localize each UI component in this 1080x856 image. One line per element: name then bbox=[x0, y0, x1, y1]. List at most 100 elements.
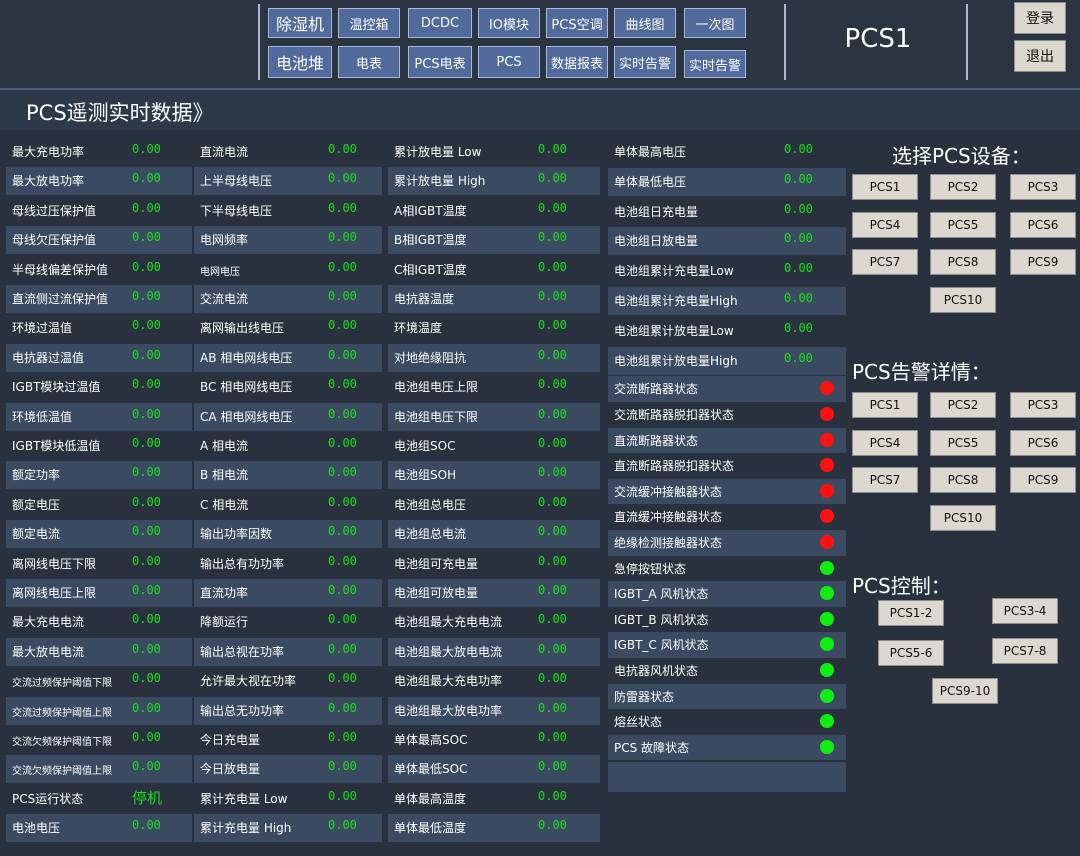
data-row-value: 0.00 bbox=[328, 377, 357, 392]
select-pcs5-button[interactable]: PCS5 bbox=[930, 211, 996, 238]
logout-button[interactable]: 退出 bbox=[1014, 40, 1066, 72]
data-row: 累计放电量 High 0.00 bbox=[388, 167, 600, 196]
control-pcs3-4-button[interactable]: PCS3-4 bbox=[992, 598, 1058, 624]
data-row-value: 0.00 bbox=[328, 700, 357, 715]
data-row-value: 0.00 bbox=[328, 289, 357, 303]
data-row: 直流功率 0.00 bbox=[194, 579, 382, 607]
select-pcs4-button[interactable]: PCS4 bbox=[852, 211, 918, 238]
nav-button-2-6[interactable]: 实时告警 bbox=[614, 46, 676, 78]
data-row-value: 0.00 bbox=[328, 259, 357, 274]
data-row-label: A 相电流 bbox=[200, 439, 249, 453]
status-row-label: 防雷器状态 bbox=[614, 689, 675, 704]
data-row: 输出总有功功率 0.00 bbox=[194, 550, 382, 578]
nav-button-1-6[interactable]: 曲线图 bbox=[614, 8, 676, 38]
data-row-value: 0.00 bbox=[132, 700, 161, 715]
data-row: 电池组SOH 0.00 bbox=[388, 461, 600, 490]
data-row-value: 0.00 bbox=[538, 289, 567, 303]
nav-button-1-7[interactable]: 一次图 bbox=[684, 8, 746, 38]
nav-button-2-4[interactable]: PCS bbox=[478, 46, 540, 78]
data-row-value: 0.00 bbox=[538, 700, 567, 715]
data-row-label: 环境低温值 bbox=[12, 409, 73, 424]
select-pcs7-button[interactable]: PCS7 bbox=[852, 249, 918, 275]
data-row-value: 0.00 bbox=[784, 320, 813, 335]
select-pcs10-button[interactable]: PCS10 bbox=[930, 286, 996, 313]
select-pcs3-button[interactable]: PCS3 bbox=[1010, 174, 1076, 200]
select-pcs1-button[interactable]: PCS1 bbox=[852, 174, 918, 200]
data-row: CA 相电网线电压 0.00 bbox=[194, 402, 382, 431]
control-pcs5-6-button[interactable]: PCS5-6 bbox=[878, 640, 944, 666]
select-pcs9-button[interactable]: PCS9 bbox=[1010, 249, 1076, 275]
status-row-label: 急停按钮状态 bbox=[614, 561, 687, 576]
control-pcs1-2-button[interactable]: PCS1-2 bbox=[878, 600, 944, 626]
data-row-label: 允许最大视在功率 bbox=[200, 674, 297, 689]
status-row: 电抗器风机状态 bbox=[608, 658, 846, 684]
data-row-label: IGBT模块低温值 bbox=[12, 439, 101, 453]
data-row-value: 0.00 bbox=[328, 730, 357, 744]
red-status-indicator-icon bbox=[820, 407, 834, 421]
data-row: BC 相电网线电压 0.00 bbox=[194, 373, 382, 401]
alarm-pcs5-button[interactable]: PCS5 bbox=[930, 429, 996, 456]
data-row-value: 0.00 bbox=[328, 553, 357, 568]
alarm-pcs1-button[interactable]: PCS1 bbox=[852, 392, 918, 418]
select-pcs2-button[interactable]: PCS2 bbox=[930, 174, 996, 200]
data-row-value: 0.00 bbox=[538, 759, 567, 774]
data-row: IGBT模块过温值 0.00 bbox=[6, 373, 192, 401]
data-row-value: 0.00 bbox=[538, 230, 567, 245]
nav-button-2-3[interactable]: PCS电表 bbox=[408, 46, 472, 78]
nav-button-1-3[interactable]: DCDC bbox=[408, 8, 472, 38]
status-row: 防雷器状态 bbox=[608, 683, 846, 710]
alarm-pcs8-button[interactable]: PCS8 bbox=[930, 467, 996, 493]
alarm-pcs6-button[interactable]: PCS6 bbox=[1010, 429, 1076, 456]
data-row-value: 0.00 bbox=[328, 494, 357, 509]
data-row: 电池组可放电量 0.00 bbox=[388, 579, 600, 607]
nav-button-1-1[interactable]: 除湿机 bbox=[268, 8, 332, 38]
alarm-pcs7-button[interactable]: PCS7 bbox=[852, 467, 918, 493]
alarm-pcs3-button[interactable]: PCS3 bbox=[1010, 392, 1076, 418]
login-button[interactable]: 登录 bbox=[1014, 2, 1066, 34]
alarm-pcs9-button[interactable]: PCS9 bbox=[1010, 467, 1076, 493]
data-row-label: 交流过频保护阈值下限 bbox=[12, 678, 112, 690]
nav-button-1-4[interactable]: IO模块 bbox=[478, 8, 540, 38]
data-row-label: 离网线电压下限 bbox=[12, 556, 97, 571]
telemetry-data-panel: 最大充电功率 0.00 最大放电功率 0.00 母线过压保护值 0.00 母线欠压保护值 0.… bbox=[6, 138, 846, 844]
alarm-pcs4-button[interactable]: PCS4 bbox=[852, 429, 918, 456]
device-title: PCS1 bbox=[844, 24, 912, 54]
data-row-value: 0.00 bbox=[538, 788, 567, 803]
nav-button-1-5[interactable]: PCS空调 bbox=[546, 8, 608, 38]
nav-button-2-7[interactable]: 实时告警 bbox=[684, 50, 746, 78]
data-row: 半母线偏差保护值 0.00 bbox=[6, 256, 192, 284]
red-status-indicator-icon bbox=[820, 381, 834, 396]
data-row-value: 0.00 bbox=[538, 406, 567, 421]
nav-button-1-2[interactable]: 温控箱 bbox=[338, 8, 400, 38]
data-row-value: 0.00 bbox=[132, 436, 161, 450]
status-row: 交流断路器脱扣器状态 bbox=[608, 402, 846, 428]
alarm-pcs10-button[interactable]: PCS10 bbox=[930, 504, 996, 531]
status-row: PCS 故障状态 bbox=[608, 734, 846, 761]
data-row: 环境过温值 0.00 bbox=[6, 314, 192, 342]
nav-button-2-5[interactable]: 数据报表 bbox=[546, 46, 608, 78]
nav-button-2-2[interactable]: 电表 bbox=[338, 46, 400, 78]
status-row-label: IGBT_A 风机状态 bbox=[614, 587, 709, 602]
control-pcs7-8-button[interactable]: PCS7-8 bbox=[992, 638, 1058, 664]
data-row-value: 0.00 bbox=[132, 142, 161, 156]
select-pcs6-button[interactable]: PCS6 bbox=[1010, 211, 1076, 238]
status-row-label: IGBT_B 风机状态 bbox=[614, 612, 709, 627]
data-row: 累计充电量 High 0.00 bbox=[194, 814, 382, 843]
alarm-pcs2-button[interactable]: PCS2 bbox=[930, 392, 996, 418]
data-row-value: 0.00 bbox=[784, 350, 813, 365]
data-row-value: 0.00 bbox=[538, 818, 567, 833]
data-row-value: 0.00 bbox=[538, 436, 567, 450]
data-row-value: 0.00 bbox=[132, 494, 161, 509]
data-row-value: 0.00 bbox=[328, 788, 357, 803]
data-row: B相IGBT温度 0.00 bbox=[388, 226, 600, 255]
data-row: 母线过压保护值 0.00 bbox=[6, 197, 192, 225]
data-row-label: 电池组最大充电功率 bbox=[394, 674, 503, 689]
select-pcs8-button[interactable]: PCS8 bbox=[930, 249, 996, 275]
data-row-label: 母线欠压保护值 bbox=[12, 233, 97, 248]
control-pcs9-10-button[interactable]: PCS9-10 bbox=[932, 678, 998, 704]
nav-button-2-1[interactable]: 电池堆 bbox=[268, 46, 332, 78]
data-row: 母线欠压保护值 0.00 bbox=[6, 226, 192, 255]
data-row-label: 输出总无功功率 bbox=[200, 703, 285, 718]
data-row-value: 0.00 bbox=[132, 524, 161, 539]
status-row: 交流断路器状态 bbox=[608, 376, 846, 402]
